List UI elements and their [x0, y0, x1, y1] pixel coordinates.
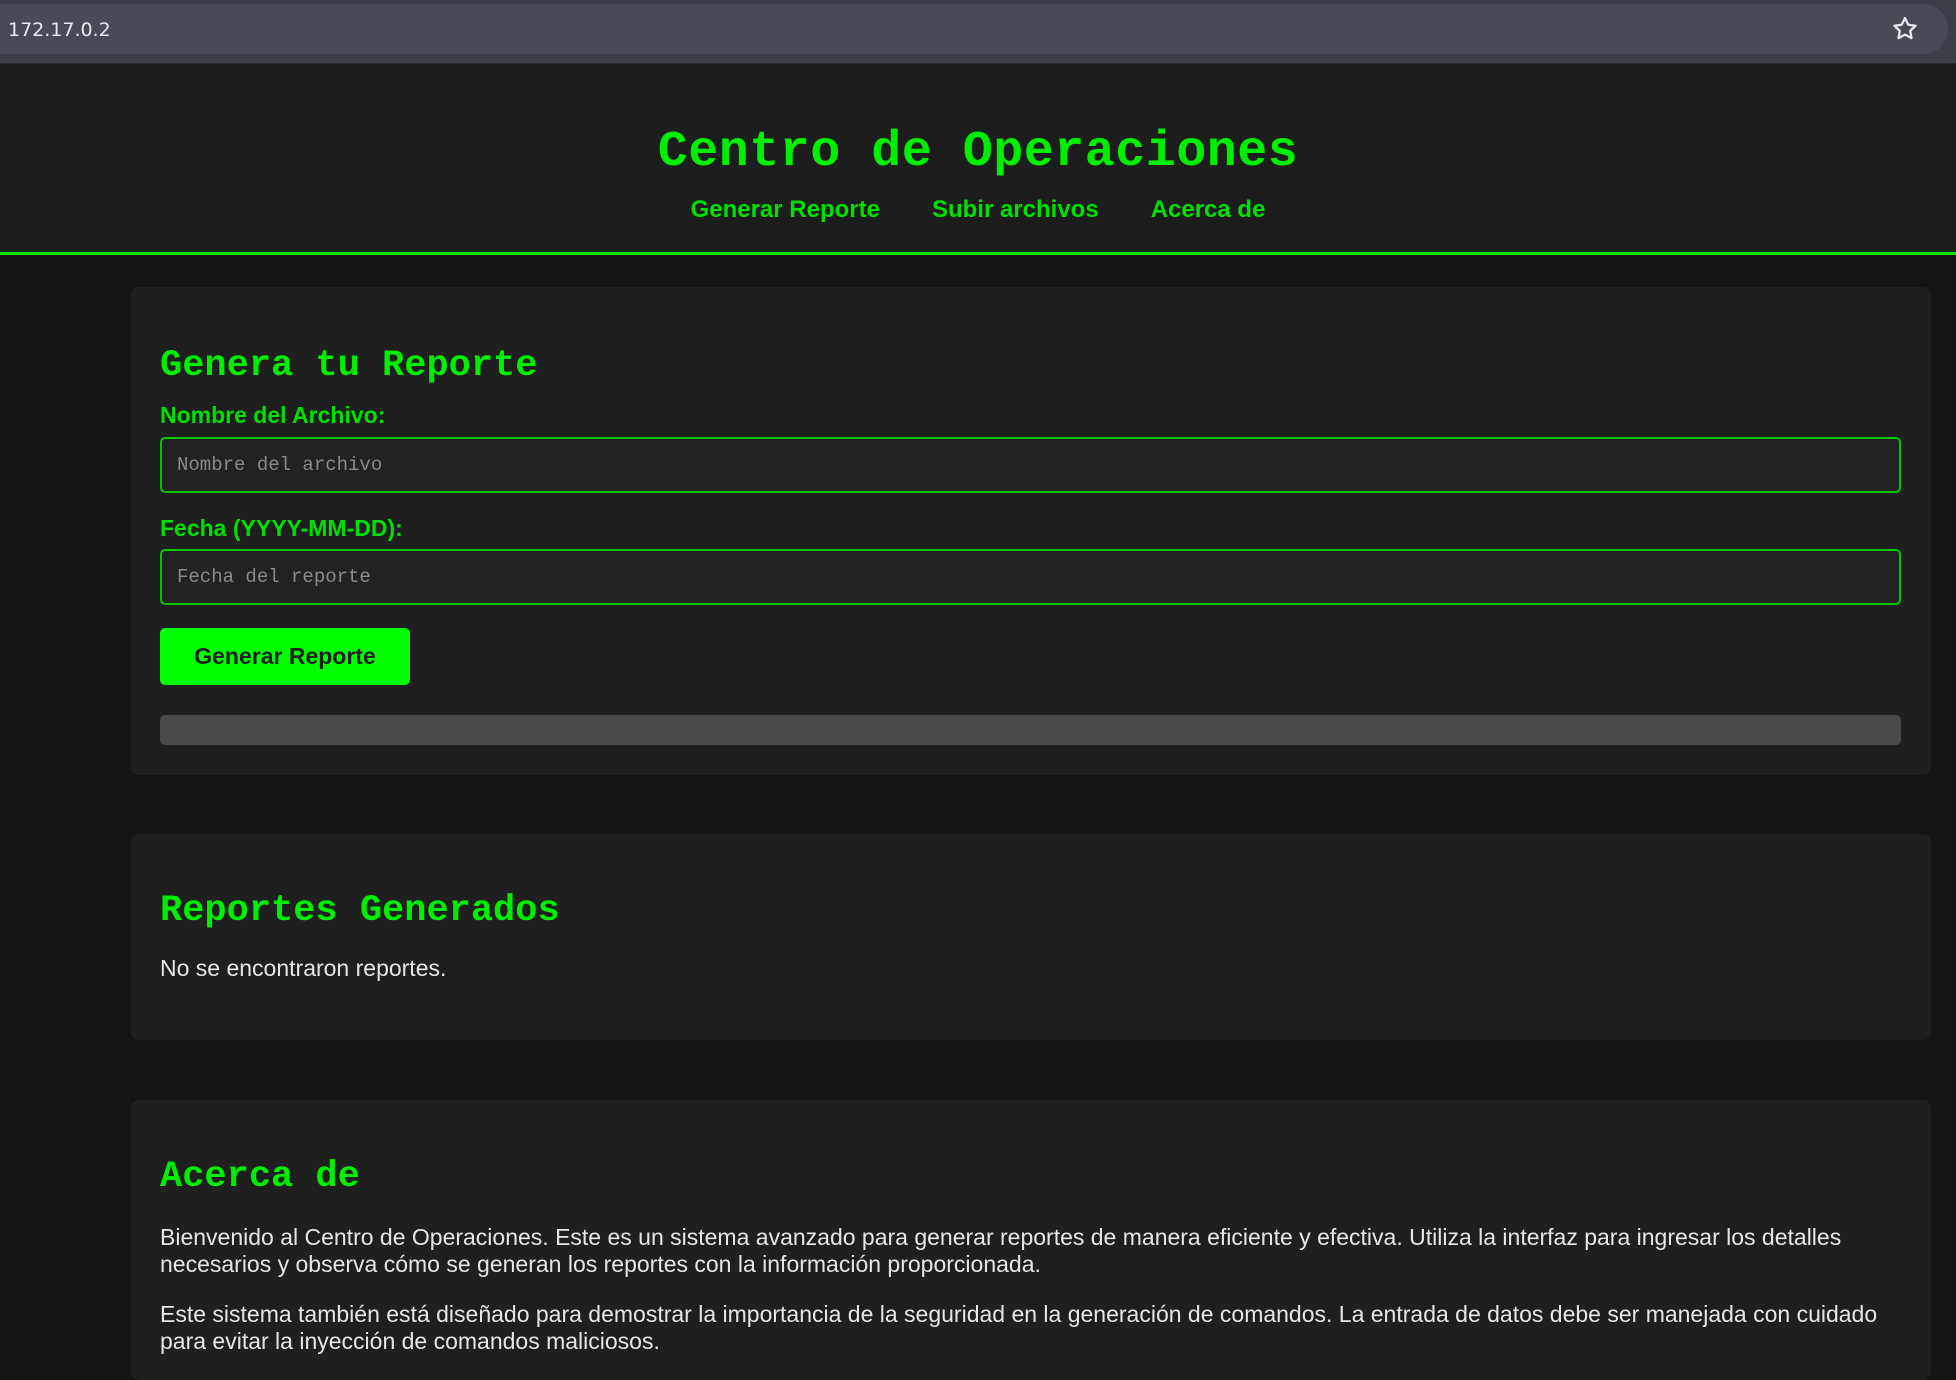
address-bar-url[interactable]: 172.17.0.2 [8, 19, 111, 41]
page-header: Centro de Operaciones Generar Reporte Su… [0, 64, 1956, 255]
main-nav: Generar Reporte Subir archivos Acerca de [0, 196, 1956, 224]
generate-report-button[interactable]: Generar Reporte [160, 628, 410, 685]
nav-subir-archivos[interactable]: Subir archivos [932, 196, 1099, 224]
about-paragraph-2: Este sistema también está diseñado para … [160, 1301, 1878, 1354]
filename-label: Nombre del Archivo: [160, 402, 386, 428]
report-form-title: Genera tu Reporte [160, 345, 538, 387]
date-label: Fecha (YYYY-MM-DD): [160, 515, 403, 541]
reports-empty-text: No se encontraron reportes. [160, 955, 447, 981]
about-card: Acerca de Bienvenido al Centro de Operac… [131, 1100, 1931, 1380]
reports-title: Reportes Generados [160, 890, 560, 932]
nav-generar-reporte[interactable]: Generar Reporte [691, 196, 880, 224]
about-title: Acerca de [160, 1156, 360, 1198]
date-input[interactable] [160, 549, 1901, 605]
reports-card: Reportes Generados No se encontraron rep… [131, 834, 1931, 1040]
progress-bar [160, 715, 1901, 745]
filename-input[interactable] [160, 437, 1901, 493]
star-icon[interactable] [1890, 14, 1920, 44]
report-form-card: Genera tu Reporte Nombre del Archivo: Fe… [131, 287, 1931, 775]
address-bar[interactable]: 172.17.0.2 [0, 4, 1948, 54]
browser-toolbar: 172.17.0.2 [0, 0, 1956, 64]
about-paragraph-1: Bienvenido al Centro de Operaciones. Est… [160, 1224, 1842, 1277]
site-title: Centro de Operaciones [657, 124, 1299, 181]
nav-acerca-de[interactable]: Acerca de [1151, 196, 1266, 224]
